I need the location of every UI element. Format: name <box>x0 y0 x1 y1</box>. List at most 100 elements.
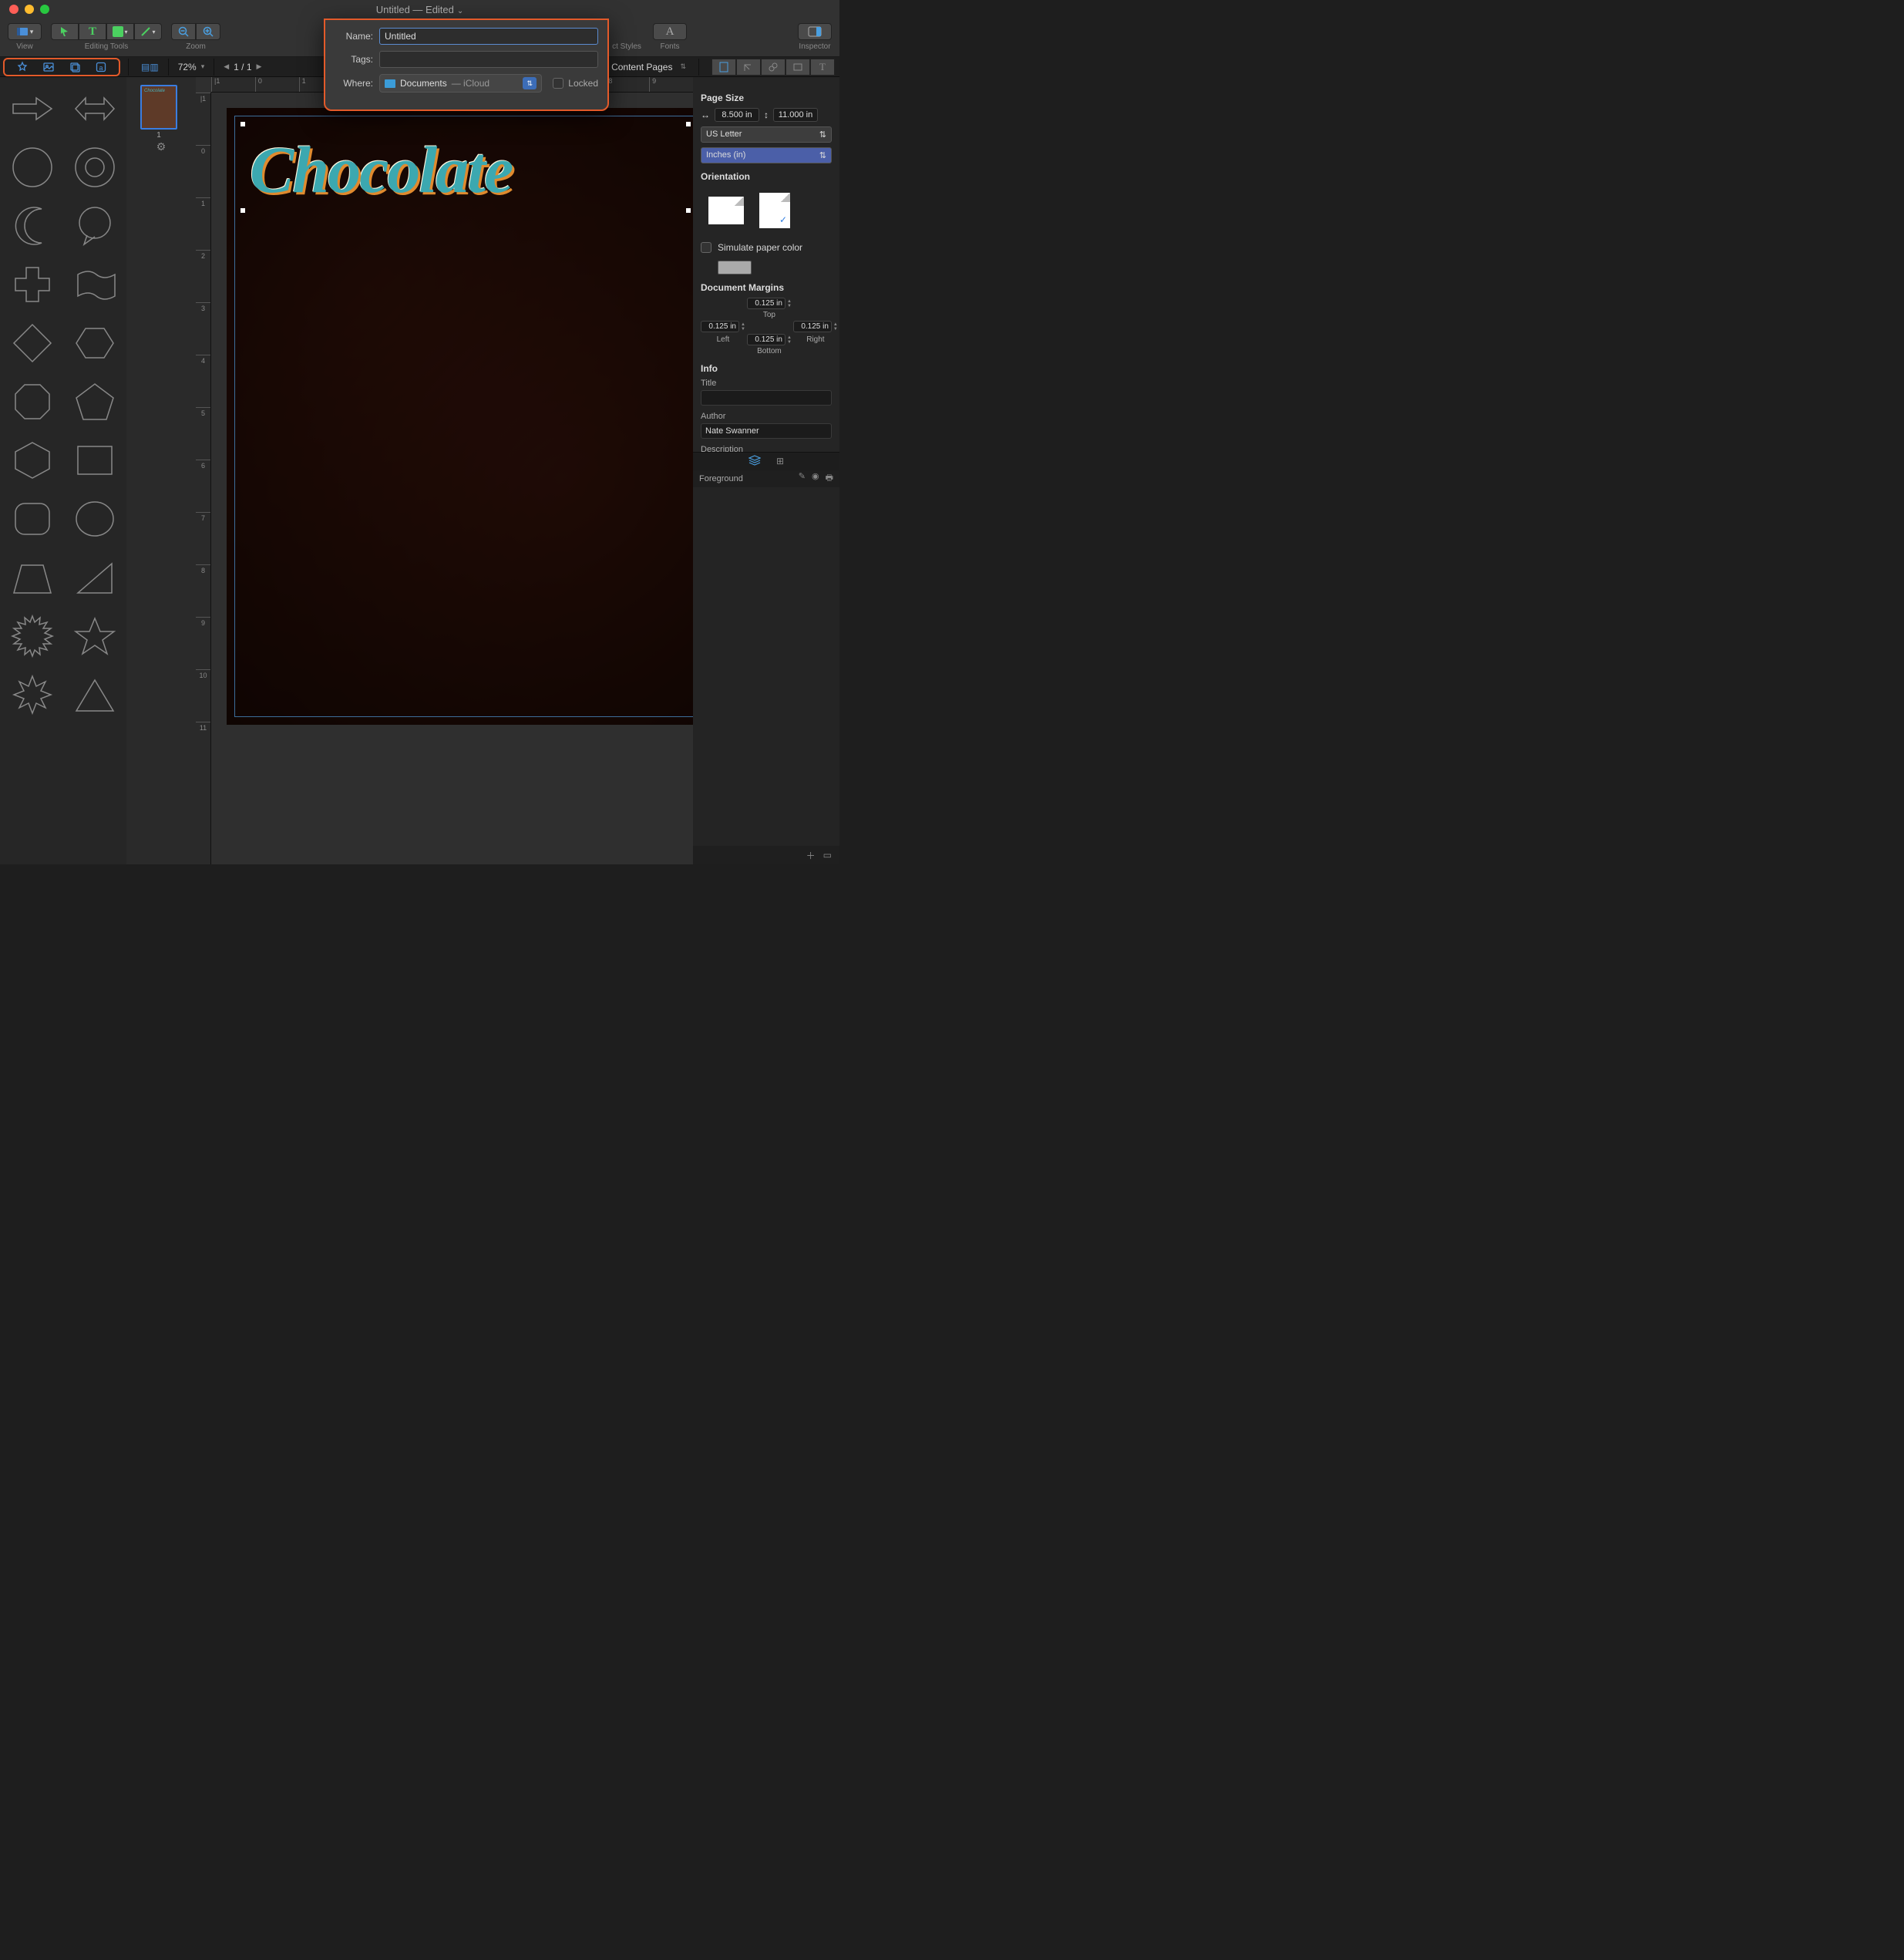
author-input[interactable] <box>701 423 832 439</box>
shape-crescent[interactable] <box>3 199 61 253</box>
author-label: Author <box>701 412 832 421</box>
paper-color-swatch[interactable] <box>718 261 752 274</box>
select-tool[interactable] <box>51 23 79 40</box>
zoom-display[interactable]: 72% <box>178 62 197 72</box>
window-zoom-button[interactable] <box>40 5 49 14</box>
library-text-tab[interactable]: a <box>88 59 114 75</box>
titlebar: Untitled — Edited⌄ <box>0 0 839 19</box>
shape-ellipse[interactable] <box>66 492 123 546</box>
inspector-tab-geometry[interactable] <box>736 59 761 76</box>
shape-circle[interactable] <box>3 140 61 194</box>
selection-handle[interactable] <box>241 122 245 126</box>
zoom-out-button[interactable] <box>171 23 196 40</box>
edit-icon[interactable]: ✎ <box>799 471 806 486</box>
selection-handle[interactable] <box>686 208 691 213</box>
shape-hexagon-flat[interactable] <box>66 316 123 370</box>
margin-right-input[interactable] <box>793 321 832 332</box>
content-pages-label[interactable]: Content Pages <box>611 62 672 72</box>
shape-donut[interactable] <box>66 140 123 194</box>
margins-heading: Document Margins <box>701 282 832 293</box>
tags-input[interactable] <box>379 51 598 68</box>
name-input[interactable] <box>379 28 598 45</box>
page-1-thumbnail[interactable]: Chocolate <box>140 85 177 130</box>
locked-label: Locked <box>568 78 598 89</box>
shape-triangle-right[interactable] <box>66 551 123 605</box>
editing-label: Editing Tools <box>85 42 129 51</box>
text-tool[interactable]: T <box>79 23 106 40</box>
library-images-tab[interactable] <box>35 59 62 75</box>
shape-star-5[interactable] <box>66 609 123 663</box>
shape-arrow-right[interactable] <box>3 82 61 136</box>
layers-tabs: ⊞ <box>693 452 839 470</box>
document-page[interactable]: Chocolate <box>227 108 693 725</box>
orientation-landscape[interactable] <box>708 197 744 224</box>
view-button[interactable]: ▾ <box>8 23 42 40</box>
library-stacks-tab[interactable] <box>62 59 88 75</box>
orientation-portrait[interactable]: ✓ <box>759 193 790 228</box>
svg-text:a: a <box>99 64 103 72</box>
next-page-icon[interactable]: ▶ <box>257 62 262 71</box>
where-suffix: — iCloud <box>452 78 489 89</box>
height-icon: ↕ <box>764 109 769 120</box>
inspector-tab-style[interactable] <box>761 59 785 76</box>
canvas[interactable]: |10123456789 |101234567891011 Chocolate <box>196 77 693 864</box>
layer-foreground[interactable]: Foreground ✎ ◉ 🖶 <box>693 470 839 487</box>
folder-icon <box>385 79 395 88</box>
orientation-heading: Orientation <box>701 171 832 182</box>
shape-arrow-double[interactable] <box>66 82 123 136</box>
shape-rectangle[interactable] <box>66 433 123 487</box>
where-dropdown[interactable]: Documents — iCloud ⇅ <box>379 74 542 93</box>
window-title[interactable]: Untitled — Edited⌄ <box>376 4 464 15</box>
vertical-ruler[interactable]: |101234567891011 <box>196 93 211 864</box>
inspector-tab-image[interactable] <box>785 59 810 76</box>
shape-rounded-rect[interactable] <box>3 492 61 546</box>
title-input[interactable] <box>701 390 832 406</box>
window-close-button[interactable] <box>9 5 19 14</box>
name-label: Name: <box>335 31 373 42</box>
headline-text[interactable]: Chocolate <box>250 131 681 208</box>
simulate-paper-checkbox[interactable] <box>701 242 711 253</box>
zoom-in-button[interactable] <box>196 23 220 40</box>
layer-menu-button[interactable]: ▭ <box>823 850 832 860</box>
chocolate-image[interactable]: Chocolate <box>227 108 693 725</box>
page-width-input[interactable] <box>715 108 759 122</box>
fonts-label: Fonts <box>660 42 679 51</box>
inspector-tab-doc[interactable] <box>711 59 736 76</box>
shape-star-8[interactable] <box>3 668 61 722</box>
inspector-tab-text[interactable]: T <box>810 59 835 76</box>
shape-trapezoid[interactable] <box>3 551 61 605</box>
shape-wave-rect[interactable] <box>66 258 123 312</box>
add-layer-button[interactable]: ＋ <box>806 849 816 862</box>
view-mode-icon[interactable]: ▤▥ <box>141 62 159 72</box>
library-shapes-tab[interactable] <box>9 59 35 75</box>
page-height-input[interactable] <box>773 108 818 122</box>
window-minimize-button[interactable] <box>25 5 34 14</box>
prev-page-icon[interactable]: ◀ <box>224 62 229 71</box>
fonts-button[interactable]: A <box>653 23 687 40</box>
inspector-button[interactable] <box>798 23 832 40</box>
page-preset-dropdown[interactable]: US Letter⇅ <box>701 126 832 143</box>
shape-octagon[interactable] <box>3 375 61 429</box>
selection-handle[interactable] <box>686 122 691 126</box>
shape-triangle[interactable] <box>66 668 123 722</box>
margin-bottom-input[interactable] <box>747 334 785 345</box>
locked-checkbox[interactable] <box>553 78 563 89</box>
print-icon[interactable]: 🖶 <box>826 471 833 486</box>
margin-top-input[interactable] <box>747 298 785 309</box>
selection-handle[interactable] <box>241 208 245 213</box>
updown-icon: ⇅ <box>680 62 686 71</box>
margin-left-input[interactable] <box>701 321 739 332</box>
shape-hexagon-point[interactable] <box>3 433 61 487</box>
shape-starburst[interactable] <box>3 609 61 663</box>
shape-speech-bubble[interactable] <box>66 199 123 253</box>
line-tool[interactable]: ▾ <box>134 23 162 40</box>
shape-cross[interactable] <box>3 258 61 312</box>
thumbnail-settings-button[interactable]: ⚙ <box>156 140 167 153</box>
layers-tab[interactable] <box>748 455 761 468</box>
shape-tool[interactable]: ▾ <box>106 23 134 40</box>
visibility-icon[interactable]: ◉ <box>812 471 819 486</box>
shape-pentagon[interactable] <box>66 375 123 429</box>
units-dropdown[interactable]: Inches (in)⇅ <box>701 147 832 163</box>
shape-diamond[interactable] <box>3 316 61 370</box>
grid-tab[interactable]: ⊞ <box>776 456 784 466</box>
